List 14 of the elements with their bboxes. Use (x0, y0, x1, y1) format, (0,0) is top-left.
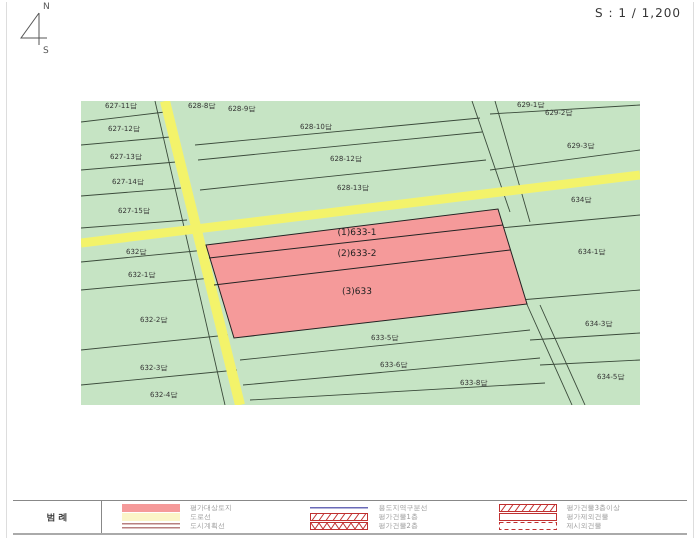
compass-arrow-icon (19, 12, 49, 46)
compass-south-label: S (43, 46, 49, 56)
legend-dashed-icon (498, 522, 557, 530)
scale-label: S : 1 / 1,200 (595, 6, 681, 20)
legend-outline-icon (498, 513, 557, 521)
legend-hatch-icon (498, 504, 557, 512)
legend-title: 범 례 (13, 501, 102, 533)
legend-line-icon (122, 522, 180, 530)
subject-lot-label: (2)633-2 (338, 249, 376, 259)
legend-hatch-icon (310, 513, 368, 521)
subject-lot-label: (3)633 (342, 287, 372, 297)
legend-zigzag-icon (310, 522, 368, 530)
compass-north-label: N (43, 2, 50, 12)
subject-lot-label: (1)633-1 (338, 228, 376, 238)
